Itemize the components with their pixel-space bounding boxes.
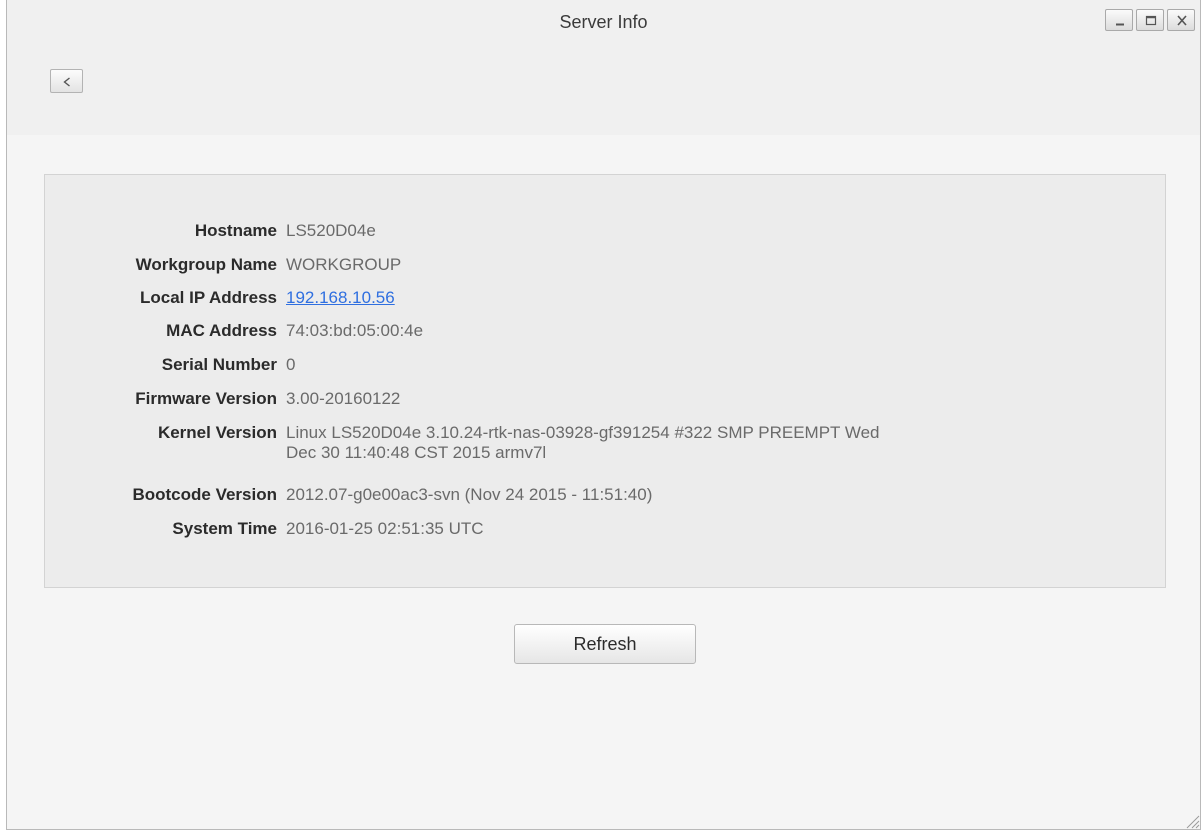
info-label: Workgroup Name bbox=[135, 255, 277, 274]
info-label: Firmware Version bbox=[135, 389, 277, 408]
kernel-version-line-1: Linux LS520D04e 3.10.24-rtk-nas-03928-gf… bbox=[286, 423, 880, 442]
info-label: Kernel Version bbox=[157, 423, 277, 442]
info-value: LS520D04e bbox=[286, 221, 376, 240]
info-label: MAC Address bbox=[166, 321, 277, 340]
server-info-window: Server Info Hostname LS520D04e Workgroup… bbox=[6, 0, 1201, 830]
info-label: System Time bbox=[172, 519, 277, 538]
info-value: 2012.07-g0e00ac3-svn (Nov 24 2015 - 11:5… bbox=[286, 485, 653, 504]
close-icon bbox=[1177, 15, 1187, 26]
window-controls bbox=[1102, 9, 1195, 31]
maximize-icon bbox=[1145, 15, 1157, 26]
title-bar: Server Info bbox=[7, 0, 1200, 135]
info-label: Local IP Address bbox=[140, 288, 277, 307]
maximize-button[interactable] bbox=[1136, 9, 1164, 31]
info-label: Serial Number bbox=[161, 355, 277, 374]
minimize-icon bbox=[1116, 23, 1124, 26]
local-ip-link[interactable]: 192.168.10.56 bbox=[286, 288, 395, 307]
info-value: WORKGROUP bbox=[286, 255, 402, 274]
info-label: Bootcode Version bbox=[132, 485, 277, 504]
minimize-button[interactable] bbox=[1105, 9, 1133, 31]
kernel-version-line-2: Dec 30 11:40:48 CST 2015 armv7l bbox=[286, 443, 547, 462]
info-value-wrap: 192.168.10.56 bbox=[286, 288, 1106, 308]
resize-grip-icon[interactable] bbox=[1184, 813, 1200, 829]
info-value: 0 bbox=[286, 355, 296, 374]
server-info-panel: Hostname LS520D04e Workgroup Name WORKGR… bbox=[44, 174, 1166, 588]
info-value: 74:03:bd:05:00:4e bbox=[286, 321, 424, 340]
chevron-left-icon bbox=[63, 77, 70, 87]
content-area: Hostname LS520D04e Workgroup Name WORKGR… bbox=[7, 135, 1200, 829]
back-button[interactable] bbox=[50, 69, 83, 93]
info-label: Hostname bbox=[194, 221, 277, 240]
info-value: 3.00-20160122 bbox=[286, 389, 401, 408]
close-button[interactable] bbox=[1167, 9, 1195, 31]
window-title: Server Info bbox=[559, 12, 648, 32]
refresh-button[interactable]: Refresh bbox=[514, 624, 696, 664]
info-value: 2016-01-25 02:51:35 UTC bbox=[286, 519, 484, 538]
info-value: Linux LS520D04e 3.10.24-rtk-nas-03928-gf… bbox=[286, 423, 1106, 463]
